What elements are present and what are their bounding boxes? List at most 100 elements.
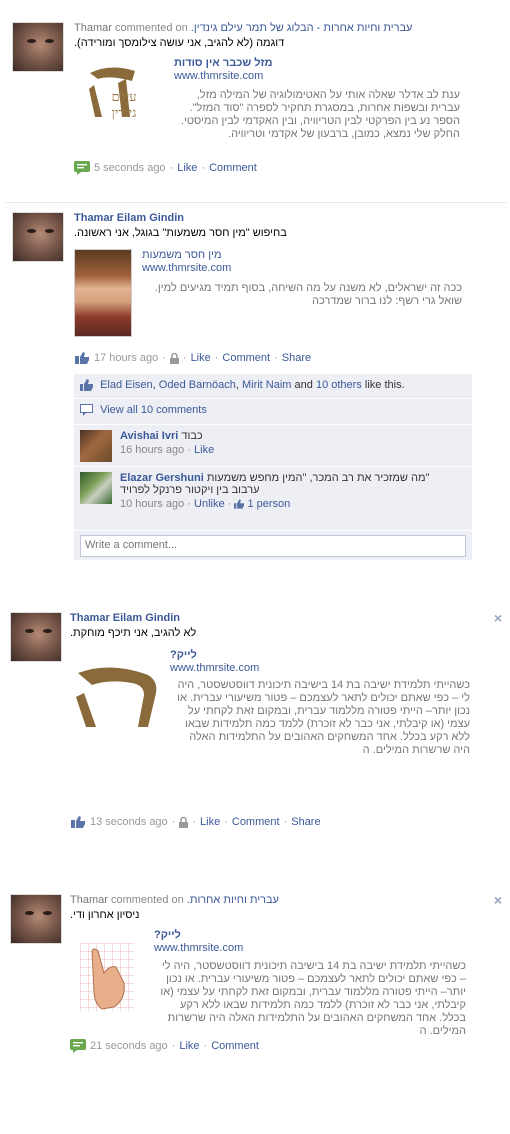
comment-item: Elazar Gershuni מה שמזכיר את רב המכר, "ה… (74, 467, 472, 531)
attachment-title[interactable]: לייק? (154, 929, 466, 941)
like-link[interactable]: Like (177, 162, 197, 174)
comment-like-link[interactable]: Like (194, 444, 214, 456)
share-post-icon (75, 352, 89, 364)
story-header: Thamar commented on עברית וחיות אחרות. (70, 894, 470, 906)
timestamp[interactable]: 13 seconds ago (90, 816, 168, 828)
avatar[interactable] (10, 612, 62, 662)
attachment-title[interactable]: לייק? (170, 649, 470, 661)
attachment-title[interactable]: מין חסר משמעות (142, 249, 462, 261)
comment-time[interactable]: 10 hours ago (120, 498, 184, 510)
story-message: בחיפוש "מין חסר משמעות" בגוגל, אני ראשונ… (74, 227, 287, 239)
story-message: לא להגיב, אני תיכף מוחקת. (70, 627, 197, 639)
privacy-lock-icon[interactable] (169, 352, 179, 364)
target-link[interactable]: עברית וחיות אחרות - הבלוג של תמר עילם גי… (191, 22, 413, 34)
logo-image[interactable]: עילם גינדין (80, 61, 166, 123)
link-attachment: עילם גינדין מזל שכבר אין סודות www.thmrs… (74, 57, 474, 157)
link-attachment: לייק? www.thmrsite.com כשהייתי תלמידת יש… (70, 929, 470, 1037)
privacy-lock-icon[interactable] (179, 816, 189, 828)
attachment-title[interactable]: מזל שכבר אין סודות (174, 57, 460, 69)
comment-meta: 16 hours ago · Like (120, 444, 215, 456)
comment-link[interactable]: Comment (232, 816, 280, 828)
write-comment-row: Write a comment... (74, 531, 472, 561)
story-header: Thamar commented on עברית וחיות אחרות - … (74, 22, 474, 34)
commenter-name[interactable]: Avishai Ivri (120, 430, 178, 442)
attachment-url[interactable]: www.thmrsite.com (154, 942, 466, 954)
feed-story-4: × Thamar commented on עברית וחיות אחרות.… (0, 892, 510, 1082)
timestamp[interactable]: 17 hours ago (94, 352, 158, 364)
thumbs-up-icon (234, 499, 245, 509)
attachment-url[interactable]: www.thmrsite.com (142, 262, 462, 274)
share-link[interactable]: Share (291, 816, 320, 828)
divider (6, 202, 506, 203)
close-icon[interactable]: × (494, 610, 502, 626)
comment-bubble-icon (70, 1039, 86, 1053)
likes-others-link[interactable]: 10 others (316, 379, 362, 391)
comment-time[interactable]: 16 hours ago (120, 444, 184, 456)
attachment-description: כשהייתי תלמידת ישיבה בת 14 בישיבה תיכוני… (177, 679, 470, 756)
comment-like-count[interactable]: 1 person (247, 498, 290, 510)
hand-image[interactable] (80, 943, 134, 1011)
link-attachment: לייק? www.thmrsite.com כשהייתי תלמידת יש… (70, 649, 470, 789)
actor-name[interactable]: Thamar (74, 22, 112, 34)
likes-suffix: like this. (364, 379, 405, 391)
actor-name[interactable]: Thamar (70, 894, 108, 906)
comment-text-line2: ערבוב בין ויקטור פרנקל לפרויד (120, 484, 260, 496)
liker-name[interactable]: Mirit Naim (242, 379, 292, 391)
actor-name[interactable]: Thamar Eilam Gindin (74, 212, 474, 224)
link-attachment: מין חסר משמעות www.thmrsite.com ככה זה י… (74, 249, 474, 349)
attachment-description: כשהייתי תלמידת ישיבה בת 14 בישיבה תיכוני… (160, 960, 466, 1037)
commenter-avatar[interactable] (80, 430, 112, 462)
liker-name[interactable]: Oded Barnöach (159, 379, 236, 391)
likes-and: and (294, 379, 313, 391)
comment-bubble-icon (74, 161, 90, 175)
like-link[interactable]: Like (191, 352, 211, 364)
svg-text:גינדין: גינדין (112, 106, 137, 121)
story-footer: 17 hours ago · · Like · Comment · Share (74, 351, 474, 365)
thumbs-up-icon (80, 379, 93, 392)
comment-meta: 10 hours ago · Unlike · 1 person (120, 498, 291, 510)
comment-link[interactable]: Comment (211, 1040, 259, 1052)
logo-text: עילם (112, 90, 137, 105)
comment-item: Avishai Ivri כבוד 16 hours ago · Like (74, 425, 472, 467)
story-message: ניסיון אחרון ודי. (70, 909, 140, 921)
comment-link[interactable]: Comment (222, 352, 270, 364)
attachment-thumbnail[interactable] (74, 249, 132, 337)
story-footer: 5 seconds ago · Like · Comment (74, 161, 474, 175)
liker-name[interactable]: Elad Eisen (100, 379, 153, 391)
commenter-avatar[interactable] (80, 472, 112, 504)
avatar[interactable] (10, 894, 62, 944)
timestamp[interactable]: 5 seconds ago (94, 162, 166, 174)
story-footer: 21 seconds ago · Like · Comment (70, 1039, 470, 1053)
comments-icon (80, 404, 93, 417)
write-comment-input[interactable]: Write a comment... (80, 535, 466, 557)
share-link[interactable]: Share (282, 352, 311, 364)
target-link[interactable]: עברית וחיות אחרות. (187, 894, 279, 906)
close-icon[interactable]: × (494, 892, 502, 908)
attachment-url[interactable]: www.thmrsite.com (170, 662, 470, 674)
attachment-description: ענת לב אדלר שאלה אותי על האטימולוגיה של … (180, 89, 460, 140)
likes-row: Elad Eisen, Oded Barnöach, Mirit Naim an… (74, 374, 472, 399)
view-all-comments-link[interactable]: View all 10 comments (100, 404, 207, 416)
share-post-icon (71, 816, 85, 828)
story-verb: commented on (114, 22, 188, 34)
story-footer: 13 seconds ago · · Like · Comment · Shar… (70, 815, 470, 829)
comment-unlike-link[interactable]: Unlike (194, 498, 225, 510)
timestamp[interactable]: 21 seconds ago (90, 1040, 168, 1052)
logo-image[interactable] (70, 663, 162, 733)
comment-link[interactable]: Comment (209, 162, 257, 174)
story-verb: commented on (110, 894, 184, 906)
feedback-block: Elad Eisen, Oded Barnöach, Mirit Naim an… (74, 374, 472, 561)
view-all-comments-row[interactable]: View all 10 comments (74, 399, 472, 425)
attachment-description: ככה זה ישראלים, לא משנה על מה השיחה, בסו… (154, 282, 462, 307)
comment-text: מה שמזכיר את רב המכר, "המין מחפש משמעות" (206, 472, 430, 484)
like-link[interactable]: Like (200, 816, 220, 828)
like-link[interactable]: Like (179, 1040, 199, 1052)
avatar[interactable] (12, 22, 64, 72)
comment-text: כבוד (181, 430, 203, 442)
avatar[interactable] (12, 212, 64, 262)
story-message: דוגמה (לא להגיב, אני עושה צילומסך ומוריד… (74, 37, 285, 49)
attachment-url[interactable]: www.thmrsite.com (174, 70, 460, 82)
commenter-name[interactable]: Elazar Gershuni (120, 472, 204, 484)
actor-name[interactable]: Thamar Eilam Gindin (70, 612, 470, 624)
feed-story-3: × Thamar Eilam Gindin לא להגיב, אני תיכף… (0, 610, 510, 828)
